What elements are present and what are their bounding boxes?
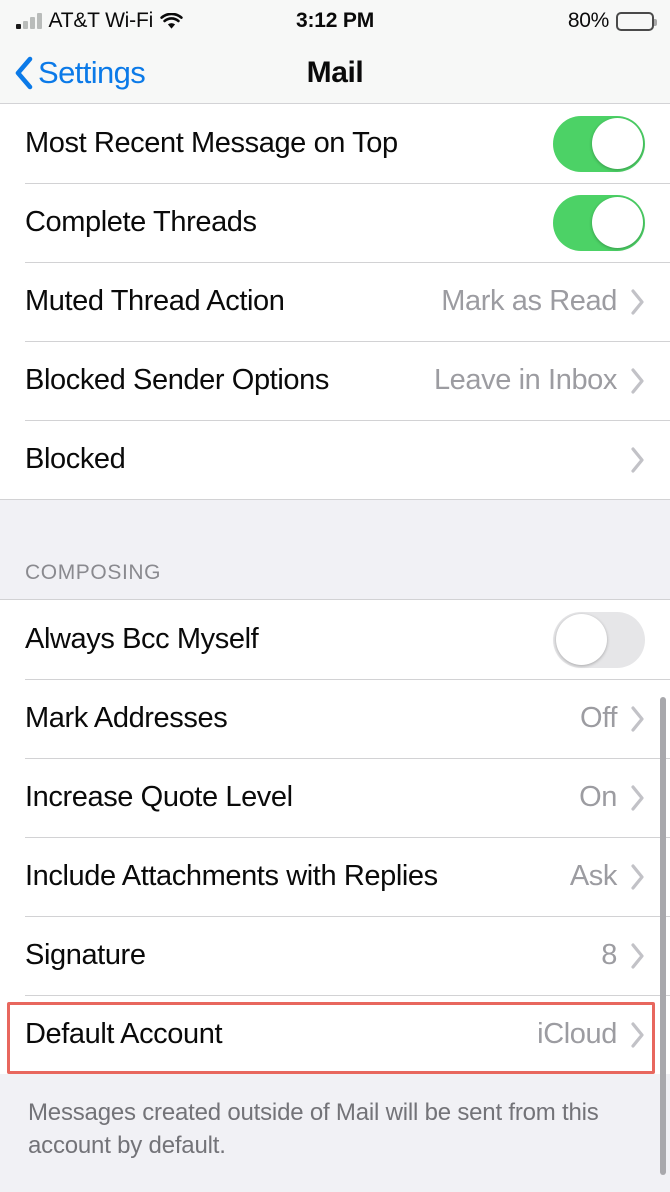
battery-icon <box>616 11 657 31</box>
row-complete-threads[interactable]: Complete Threads <box>0 183 670 262</box>
row-label: Signature <box>25 939 146 971</box>
chevron-right-icon <box>631 942 645 969</box>
row-value: Ask <box>569 860 618 892</box>
section-gap <box>0 499 670 561</box>
row-most-recent-message-on-top[interactable]: Most Recent Message on Top <box>0 104 670 183</box>
chevron-right-icon <box>631 863 645 890</box>
row-label: Always Bcc Myself <box>25 623 259 655</box>
row-include-attachments-with-replies[interactable]: Include Attachments with Replies Ask <box>0 837 670 916</box>
row-muted-thread-action[interactable]: Muted Thread Action Mark as Read <box>0 262 670 341</box>
row-accessory: Mark as Read <box>441 285 645 318</box>
row-value: Mark as Read <box>441 285 617 317</box>
back-button[interactable]: Settings <box>14 55 146 90</box>
chevron-right-icon <box>631 705 645 732</box>
list-bottom-filler <box>0 1162 670 1192</box>
chevron-right-icon <box>631 446 645 473</box>
row-accessory: Off <box>580 702 645 735</box>
settings-group-threading: Most Recent Message on Top Complete Thre… <box>0 104 670 499</box>
row-accessory <box>553 194 645 251</box>
toggle-always-bcc-myself[interactable] <box>553 611 645 668</box>
chevron-left-icon <box>14 56 34 90</box>
status-bar-right: 80% <box>567 9 657 33</box>
row-label: Complete Threads <box>25 206 257 238</box>
row-accessory <box>553 115 645 172</box>
row-label: Default Account <box>25 1018 223 1050</box>
vertical-scrollbar[interactable] <box>660 697 666 1175</box>
section-header-label: COMPOSING <box>25 561 162 584</box>
row-always-bcc-myself[interactable]: Always Bcc Myself <box>0 600 670 679</box>
row-label: Mark Addresses <box>25 702 228 734</box>
row-increase-quote-level[interactable]: Increase Quote Level On <box>0 758 670 837</box>
row-signature[interactable]: Signature 8 <box>0 916 670 995</box>
navigation-bar: Settings Mail <box>0 42 670 104</box>
row-accessory: iCloud <box>537 1018 645 1051</box>
back-button-label: Settings <box>38 55 146 90</box>
section-header-composing: COMPOSING <box>0 561 670 600</box>
row-accessory <box>631 446 645 473</box>
row-accessory: Leave in Inbox <box>434 364 645 397</box>
row-default-account[interactable]: Default Account iCloud <box>0 995 670 1074</box>
wifi-icon <box>160 12 183 30</box>
row-blocked-sender-options[interactable]: Blocked Sender Options Leave in Inbox <box>0 341 670 420</box>
status-bar: AT&T Wi-Fi 3:12 PM 80% <box>0 0 670 42</box>
row-value: 8 <box>601 939 617 971</box>
chevron-right-icon <box>631 367 645 394</box>
row-accessory <box>553 611 645 668</box>
toggle-complete-threads[interactable] <box>553 194 645 251</box>
row-label: Blocked <box>25 443 126 475</box>
chevron-right-icon <box>631 288 645 315</box>
row-value: Off <box>580 702 617 734</box>
row-label: Increase Quote Level <box>25 781 293 813</box>
section-footer-composing: Messages created outside of Mail will be… <box>0 1074 670 1163</box>
chevron-right-icon <box>631 784 645 811</box>
row-label: Muted Thread Action <box>25 285 285 317</box>
phone-screen: AT&T Wi-Fi 3:12 PM 80% Settings Mail Mos… <box>0 0 670 1192</box>
row-label: Include Attachments with Replies <box>25 860 438 892</box>
chevron-right-icon <box>631 1021 645 1048</box>
row-label: Most Recent Message on Top <box>25 127 398 159</box>
toggle-most-recent-message-on-top[interactable] <box>553 115 645 172</box>
cellular-bars-icon <box>16 13 42 29</box>
settings-list[interactable]: Most Recent Message on Top Complete Thre… <box>0 104 670 1192</box>
row-label: Blocked Sender Options <box>25 364 329 396</box>
carrier-label: AT&T Wi-Fi <box>48 9 154 32</box>
row-value: iCloud <box>537 1018 617 1050</box>
row-accessory: Ask <box>570 860 645 893</box>
section-footer-text: Messages created outside of Mail will be… <box>28 1099 599 1160</box>
row-accessory: On <box>579 781 645 814</box>
settings-group-composing: Always Bcc Myself Mark Addresses Off Inc… <box>0 600 670 1074</box>
row-accessory: 8 <box>601 939 645 972</box>
row-value: On <box>579 781 617 813</box>
row-blocked[interactable]: Blocked <box>0 420 670 499</box>
status-bar-left: AT&T Wi-Fi <box>16 9 183 33</box>
row-mark-addresses[interactable]: Mark Addresses Off <box>0 679 670 758</box>
battery-percent-label: 80% <box>567 9 609 32</box>
row-value: Leave in Inbox <box>433 364 617 396</box>
